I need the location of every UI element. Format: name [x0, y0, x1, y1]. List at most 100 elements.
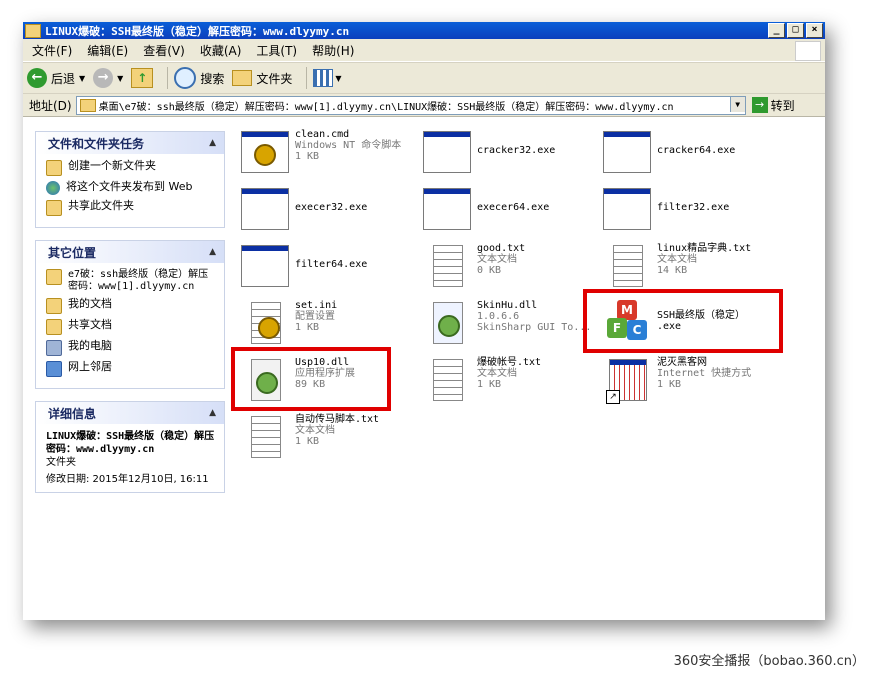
new-folder-icon — [46, 160, 62, 176]
file-item[interactable]: clean.cmd Windows NT 命令脚本 1 KB — [241, 129, 421, 179]
address-input[interactable]: 桌面\e7破：ssh最终版（稳定）解压密码：www[1].dlyymy.cn\L… — [75, 95, 746, 115]
exe-icon — [423, 131, 471, 173]
file-item[interactable]: 自动传马脚本.txt 文本文档 1 KB — [241, 414, 421, 464]
ini-icon — [251, 302, 281, 344]
places-title: 其它位置 — [48, 245, 97, 260]
place-shared-documents[interactable]: 共享文档 — [46, 319, 216, 335]
details-panel: 详细信息 ▲ LINUX爆破：SSH最终版（稳定）解压密码：www.dlyymy… — [35, 401, 225, 493]
search-icon — [174, 67, 197, 89]
file-item[interactable]: 爆破帐号.txt 文本文档 1 KB — [423, 357, 603, 407]
exe-icon — [603, 188, 651, 230]
highlight-box-usp10 — [231, 347, 391, 411]
minimize-button[interactable]: _ — [768, 23, 785, 38]
file-item[interactable]: filter32.exe — [603, 186, 783, 236]
task-pane: 文件和文件夹任务 ▲ 创建一个新文件夹 将这个文件夹发布到 Web 共享此文件夹 — [35, 131, 225, 505]
file-item[interactable]: set.ini 配置设置 1 KB — [241, 300, 421, 350]
search-button[interactable]: 搜索 — [174, 67, 224, 89]
file-item[interactable]: linux精品字典.txt 文本文档 14 KB — [603, 243, 783, 293]
windows-logo-icon — [795, 41, 821, 61]
exe-icon — [241, 188, 289, 230]
details-panel-header[interactable]: 详细信息 ▲ — [36, 402, 224, 424]
chevron-down-icon: ▼ — [335, 73, 342, 83]
file-item[interactable]: execer64.exe — [423, 186, 603, 236]
collapse-icon[interactable]: ▲ — [209, 247, 216, 257]
place-my-computer[interactable]: 我的电脑 — [46, 340, 216, 356]
network-icon — [46, 361, 62, 377]
task-publish-web[interactable]: 将这个文件夹发布到 Web — [46, 181, 216, 195]
task-label: 创建一个新文件夹 — [68, 159, 156, 172]
menu-file[interactable]: 文件(F) — [23, 42, 78, 59]
maximize-button[interactable]: □ — [787, 23, 804, 38]
exe-icon — [423, 188, 471, 230]
address-label: 地址(D) — [29, 98, 72, 113]
details-modified: 修改日期: 2015年12月10日, 16:11 — [46, 474, 209, 485]
watermark-text: 360安全播报（bobao.360.cn） — [673, 654, 865, 669]
places-panel-header[interactable]: 其它位置 ▲ — [36, 241, 224, 263]
back-arrow-icon: ← — [27, 68, 47, 88]
file-item[interactable]: good.txt 文本文档 0 KB — [423, 243, 603, 293]
chevron-down-icon: ▼ — [117, 73, 124, 83]
place-network[interactable]: 网上邻居 — [46, 361, 216, 377]
place-label: 我的文档 — [68, 297, 112, 310]
file-item[interactable]: ↗ 泥灭黑客网 Internet 快捷方式 1 KB — [603, 357, 783, 407]
task-label: 共享此文件夹 — [68, 199, 134, 212]
file-item[interactable]: SkinHu.dll 1.0.6.6 SkinSharp GUI To... — [423, 300, 603, 350]
task-share-folder[interactable]: 共享此文件夹 — [46, 200, 216, 216]
txt-icon — [433, 359, 463, 401]
content-area: 文件和文件夹任务 ▲ 创建一个新文件夹 将这个文件夹发布到 Web 共享此文件夹 — [23, 119, 825, 620]
go-arrow-icon: → — [751, 97, 768, 113]
txt-icon — [613, 245, 643, 287]
file-item[interactable]: execer32.exe — [241, 186, 421, 236]
views-button[interactable]: ▼ — [313, 69, 342, 87]
place-label: 网上邻居 — [68, 360, 112, 373]
cmd-icon — [241, 131, 289, 173]
file-item[interactable]: cracker32.exe — [423, 129, 603, 179]
collapse-icon[interactable]: ▲ — [209, 408, 216, 418]
tasks-panel-header[interactable]: 文件和文件夹任务 ▲ — [36, 132, 224, 154]
folders-label: 文件夹 — [256, 71, 293, 86]
highlight-box-ssh-exe — [583, 289, 783, 353]
folder-icon — [79, 98, 96, 112]
exe-icon — [241, 245, 289, 287]
dll-icon — [433, 302, 463, 344]
tasks-panel: 文件和文件夹任务 ▲ 创建一个新文件夹 将这个文件夹发布到 Web 共享此文件夹 — [35, 131, 225, 228]
task-label: 将这个文件夹发布到 Web — [66, 180, 193, 193]
globe-icon — [46, 181, 60, 195]
chevron-down-icon[interactable]: ▼ — [729, 96, 745, 112]
folder-icon — [232, 70, 253, 86]
menu-tools[interactable]: 工具(T) — [247, 42, 303, 59]
place-my-documents[interactable]: 我的文档 — [46, 298, 216, 314]
tasks-title: 文件和文件夹任务 — [48, 136, 145, 151]
close-button[interactable]: × — [806, 23, 823, 38]
shortcut-icon: ↗ — [606, 359, 647, 404]
file-item[interactable]: filter64.exe — [241, 243, 421, 293]
collapse-icon[interactable]: ▲ — [209, 138, 216, 148]
title-bar[interactable]: LINUX爆破：SSH最终版（稳定）解压密码：www.dlyymy.cn _ □… — [23, 22, 825, 39]
place-label: e7破：ssh最终版（稳定）解压密码：www[1].dlyymy.cn — [68, 269, 209, 292]
file-item[interactable]: cracker64.exe — [603, 129, 783, 179]
place-label: 共享文档 — [68, 318, 112, 331]
address-value: 桌面\e7破：ssh最终版（稳定）解压密码：www[1].dlyymy.cn\L… — [98, 101, 674, 113]
menu-view[interactable]: 查看(V) — [134, 42, 191, 59]
menu-edit[interactable]: 编辑(E) — [78, 42, 134, 59]
documents-folder-icon — [46, 298, 62, 314]
back-button[interactable]: ← 后退 ▼ — [27, 68, 85, 88]
toolbar-separator — [167, 67, 169, 89]
computer-icon — [46, 340, 62, 356]
views-icon — [313, 69, 334, 87]
places-panel: 其它位置 ▲ e7破：ssh最终版（稳定）解压密码：www[1].dlyymy.… — [35, 240, 225, 389]
folders-button[interactable]: 文件夹 — [232, 70, 292, 87]
details-type: 文件夹 — [46, 457, 76, 468]
folder-icon — [46, 269, 62, 285]
forward-button[interactable]: → ▼ — [93, 68, 123, 88]
shared-folder-icon — [46, 319, 62, 335]
task-new-folder[interactable]: 创建一个新文件夹 — [46, 160, 216, 176]
place-parent-folder[interactable]: e7破：ssh最终版（稳定）解压密码：www[1].dlyymy.cn — [46, 269, 216, 293]
menu-help[interactable]: 帮助(H) — [303, 42, 360, 59]
place-label: 我的电脑 — [68, 339, 112, 352]
chevron-down-icon: ▼ — [79, 73, 86, 83]
up-button[interactable]: ↑ — [131, 68, 154, 88]
share-folder-icon — [46, 200, 62, 216]
go-button[interactable]: → 转到 — [751, 97, 795, 114]
menu-favorites[interactable]: 收藏(A) — [191, 42, 248, 59]
